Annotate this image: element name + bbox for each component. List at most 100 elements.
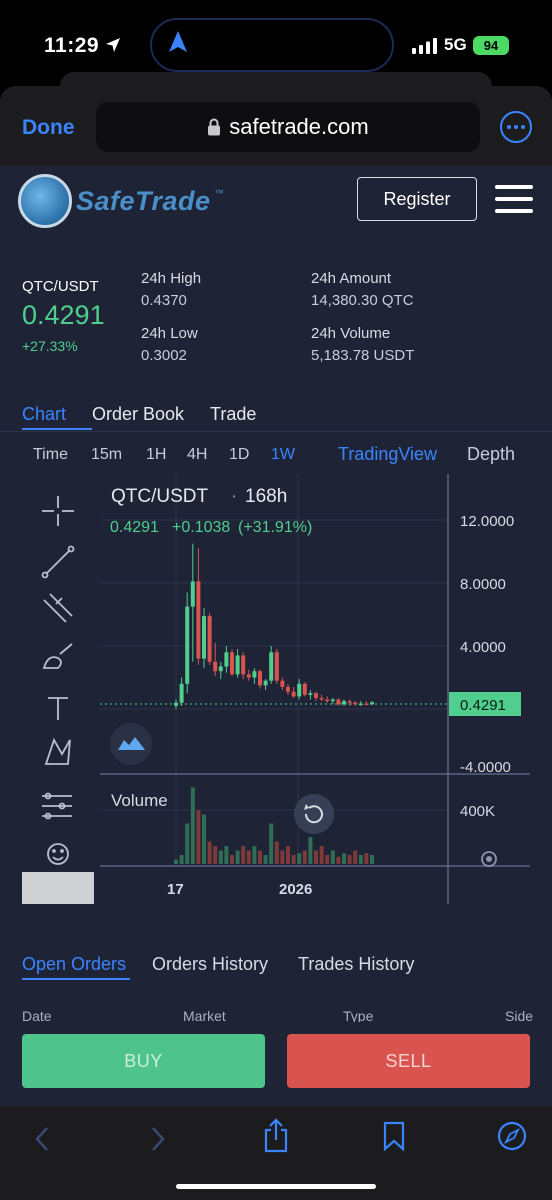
y-tick-label: 8.0000 xyxy=(460,576,506,593)
emoji-icon[interactable] xyxy=(47,843,69,865)
tradingview-mode[interactable]: TradingView xyxy=(338,444,437,465)
interval-time[interactable]: Time xyxy=(33,446,68,464)
battery-icon: 94 xyxy=(473,36,509,55)
url-text: safetrade.com xyxy=(229,114,369,139)
interval-4h[interactable]: 4H xyxy=(187,446,207,464)
volume-bar xyxy=(207,841,212,864)
volume-bar xyxy=(330,850,335,864)
volume-bar xyxy=(308,837,313,864)
candle-body xyxy=(280,680,285,687)
address-bar[interactable]: safetrade.com xyxy=(96,102,480,152)
interval-1w[interactable]: 1W xyxy=(271,446,295,464)
candle-body xyxy=(358,703,363,705)
volume-bar xyxy=(280,850,285,864)
candle-body xyxy=(185,606,190,684)
legend-close: 0.4291 xyxy=(110,519,159,536)
reset-chart-icon[interactable] xyxy=(294,794,334,834)
volume-value: 5,183.78 USDT xyxy=(311,347,415,364)
tab-trades-history[interactable]: Trades History xyxy=(298,954,414,975)
candle-body xyxy=(174,702,178,706)
candle-body xyxy=(291,691,296,697)
volume-bar xyxy=(252,846,257,864)
sell-button[interactable]: SELL xyxy=(287,1034,530,1088)
candle-body xyxy=(336,699,341,705)
candle-body xyxy=(213,661,218,672)
volume-label: 24h Volume xyxy=(311,325,391,342)
low-value: 0.3002 xyxy=(141,347,187,364)
volume-bar xyxy=(286,846,290,864)
hamburger-menu-icon[interactable] xyxy=(495,185,533,213)
crosshair-icon[interactable] xyxy=(42,496,74,526)
volume-bar xyxy=(358,855,363,864)
volume-bar xyxy=(218,850,223,864)
tab-chart[interactable]: Chart xyxy=(22,404,66,425)
tab-open-orders[interactable]: Open Orders xyxy=(22,954,126,975)
safari-compass-icon[interactable] xyxy=(496,1120,528,1152)
candle-body xyxy=(179,683,184,703)
candle-body xyxy=(263,680,268,686)
pattern-icon[interactable] xyxy=(44,737,71,765)
interval-15m[interactable]: 15m xyxy=(91,446,122,464)
site-logo[interactable]: SafeTrade ™ xyxy=(18,174,224,228)
volume-bar xyxy=(336,856,341,864)
volume-bar xyxy=(302,850,307,864)
high-value: 0.4370 xyxy=(141,292,187,309)
legend-change: +0.1038 xyxy=(172,519,230,536)
volume-bar xyxy=(325,855,330,864)
y-tick-label: 4.0000 xyxy=(460,639,506,656)
candle-body xyxy=(286,686,290,692)
volume-pane-label: Volume xyxy=(111,791,168,810)
chart-title: QTC/USDT xyxy=(111,486,209,507)
navigation-arrow-icon xyxy=(169,31,187,52)
brand-name: SafeTrade xyxy=(76,185,211,216)
volume-bar xyxy=(269,823,274,864)
measure-icon[interactable] xyxy=(42,792,72,820)
candle-body xyxy=(353,702,358,705)
candle-body xyxy=(325,699,330,702)
interval-1h[interactable]: 1H xyxy=(146,446,166,464)
candle-body xyxy=(241,655,246,675)
candle-body xyxy=(258,671,262,686)
volume-bar xyxy=(224,846,229,864)
volume-bar xyxy=(235,850,240,864)
volume-bar xyxy=(230,855,234,864)
volume-bar xyxy=(174,859,178,864)
forward-icon[interactable] xyxy=(146,1124,170,1154)
bookmarks-icon[interactable] xyxy=(381,1120,407,1152)
volume-bar xyxy=(353,850,358,864)
trend-line-icon[interactable] xyxy=(41,545,75,579)
fib-retracement-icon[interactable] xyxy=(43,593,73,623)
candle-body xyxy=(364,703,369,705)
ticker-pair: QTC/USDT xyxy=(22,278,99,295)
safetrade-logo-icon xyxy=(18,174,72,228)
done-button[interactable]: Done xyxy=(22,116,75,140)
tab-order-book[interactable]: Order Book xyxy=(92,404,184,425)
volume-bar xyxy=(185,823,190,864)
register-button[interactable]: Register xyxy=(357,177,477,221)
amount-label: 24h Amount xyxy=(311,270,392,287)
candle-body xyxy=(269,652,274,681)
x-tick-label: 17 xyxy=(167,881,184,898)
volume-bar xyxy=(190,787,195,864)
candle-body xyxy=(302,683,307,695)
volume-bar xyxy=(179,855,184,864)
text-tool-icon[interactable] xyxy=(48,697,68,720)
network-type: 5G xyxy=(444,35,467,54)
depth-mode[interactable]: Depth xyxy=(467,444,515,465)
active-tab-indicator xyxy=(22,428,92,430)
brush-icon[interactable] xyxy=(42,643,73,669)
interval-1d[interactable]: 1D xyxy=(229,446,249,464)
tab-trade[interactable]: Trade xyxy=(210,404,256,425)
active-orders-indicator xyxy=(22,978,130,980)
more-options-button[interactable] xyxy=(500,111,532,143)
volume-bar xyxy=(258,850,262,864)
price-chart[interactable]: 12.0000 8.0000 4.0000 -4.0000 400K 0.429… xyxy=(0,474,552,904)
tab-orders-history[interactable]: Orders History xyxy=(152,954,268,975)
share-icon[interactable] xyxy=(262,1118,290,1154)
buy-button[interactable]: BUY xyxy=(22,1034,265,1088)
chart-interval: 168h xyxy=(245,486,287,507)
back-icon[interactable] xyxy=(30,1124,54,1154)
chart-settings-icon[interactable] xyxy=(481,851,497,867)
trademark: ™ xyxy=(214,188,224,198)
candle-body xyxy=(308,693,313,695)
